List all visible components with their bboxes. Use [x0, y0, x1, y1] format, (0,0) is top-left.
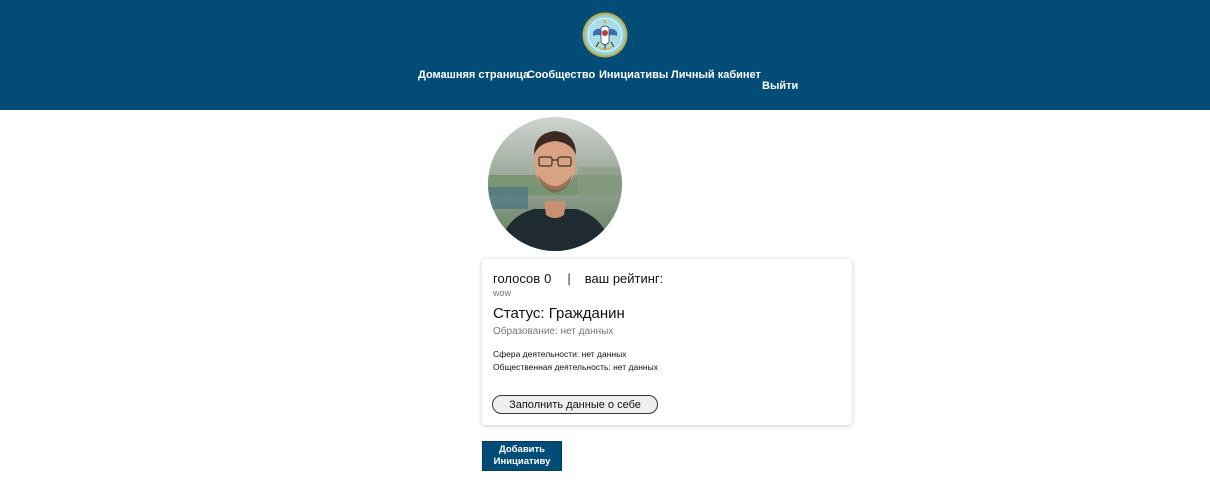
main-nav: Домашняя страница Сообщество Инициативы …	[0, 69, 1210, 99]
separator: |	[567, 271, 571, 286]
top-header: Домашняя страница Сообщество Инициативы …	[0, 0, 1210, 110]
education-text: Образование: нет данных	[493, 326, 614, 337]
rating-label: ваш рейтинг:	[584, 271, 664, 286]
avatar	[488, 117, 622, 251]
user-photo-icon	[488, 117, 622, 251]
nav-home-link[interactable]: Домашняя страница	[418, 69, 529, 81]
votes-count: 0	[544, 271, 552, 286]
coat-of-arms-icon[interactable]	[582, 12, 628, 58]
nav-community-link[interactable]: Сообщество	[527, 69, 595, 81]
fill-profile-button[interactable]: Заполнить данные о себе	[492, 395, 658, 414]
profile-card: голосов 0 | ваш рейтинг: wow Статус: Гражда…	[482, 259, 852, 425]
social-activity-text: Общественная деятельность: нет данных	[493, 362, 658, 372]
add-initiative-label-line1: Добавить	[498, 444, 545, 455]
nav-cabinet-link[interactable]: Личный кабинет	[671, 69, 761, 81]
add-initiative-label-line2: Инициативу	[493, 456, 551, 467]
status-text: Статус: Гражданин	[493, 305, 625, 322]
add-initiative-button[interactable]: Добавить Инициативу	[482, 441, 562, 471]
nav-logout-link[interactable]: Выйти	[762, 80, 798, 92]
votes-rating-row: голосов 0 | ваш рейтинг:	[493, 271, 663, 286]
rating-note: wow	[493, 288, 512, 298]
nav-initiatives-link[interactable]: Инициативы	[599, 69, 668, 81]
votes-label: голосов	[493, 271, 541, 286]
sphere-text: Сфера деятельности: нет данных	[493, 349, 627, 359]
